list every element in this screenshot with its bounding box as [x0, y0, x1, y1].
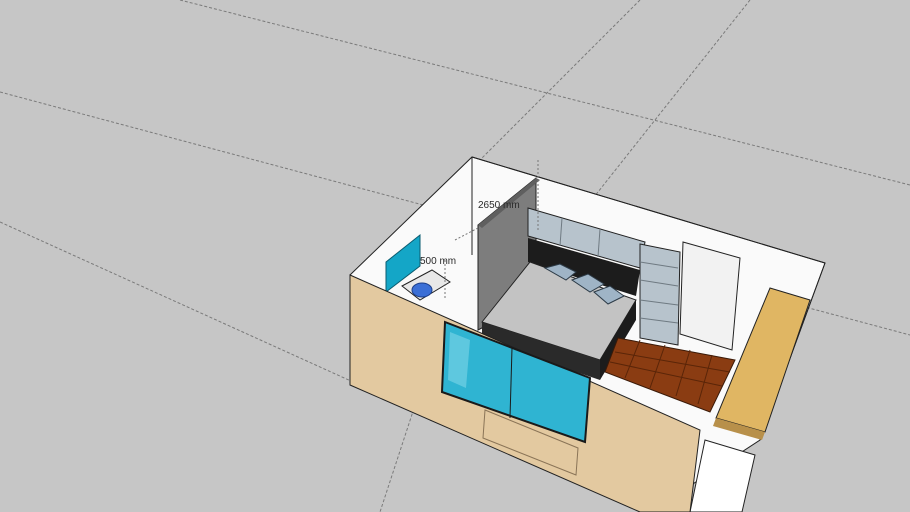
height-dimension-label[interactable]: 2650 mm	[478, 200, 520, 211]
sketchup-viewport[interactable]: 2650 mm 500 mm	[0, 0, 910, 512]
tall-cabinet[interactable]	[639, 243, 681, 346]
width-dimension-label[interactable]: 500 mm	[420, 256, 456, 267]
back-wall-panel[interactable]	[679, 241, 741, 351]
basin-icon	[411, 282, 433, 298]
